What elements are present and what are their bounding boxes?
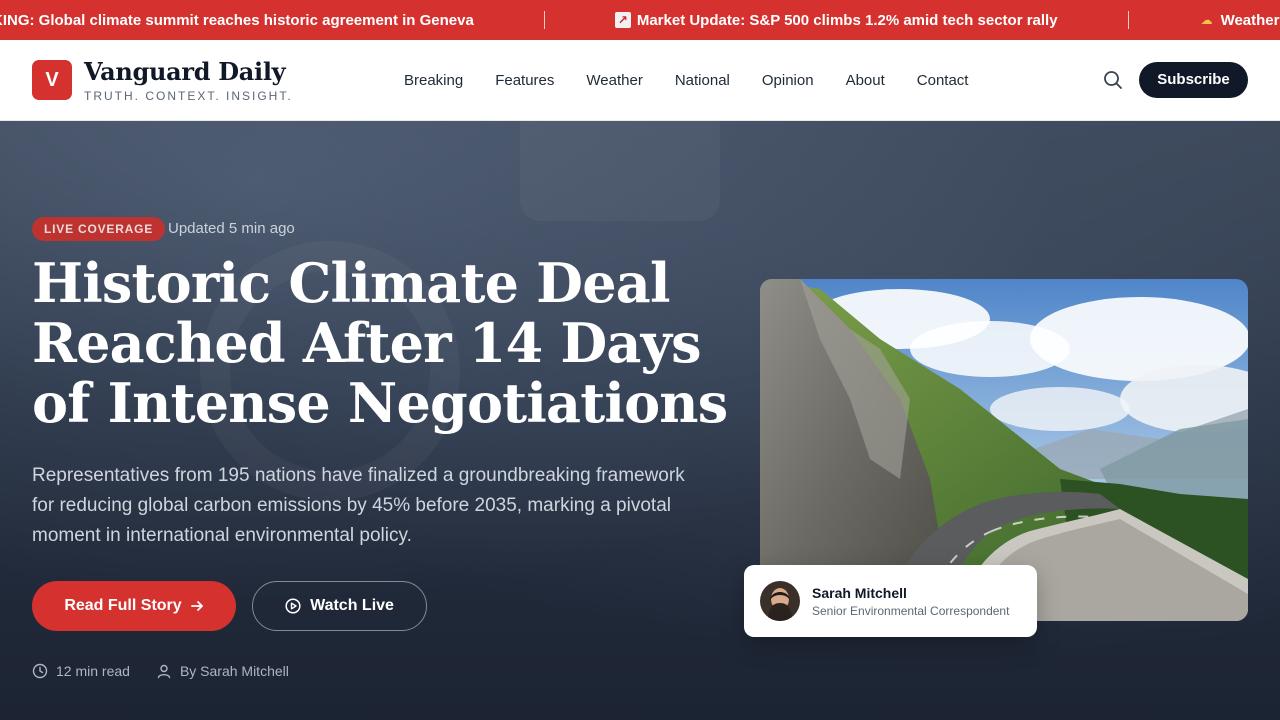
brand-name[interactable]: Vanguard Daily [84, 57, 286, 86]
clock-icon [32, 663, 48, 679]
search-icon[interactable] [1103, 70, 1123, 90]
nav-item-opinion[interactable]: Opinion [762, 72, 814, 89]
sun-cloud-icon: ☁ [1200, 13, 1213, 27]
author-role: Senior Environmental Correspondent [812, 604, 1010, 618]
hero-background-shape [520, 121, 720, 221]
avatar [760, 581, 800, 621]
read-time: 12 min read [32, 663, 130, 679]
live-coverage-badge: LIVE COVERAGE [32, 217, 166, 241]
ticker-item[interactable]: ☁ Weather A [1199, 12, 1280, 29]
watch-live-label: Watch Live [310, 597, 394, 614]
ticker-item-text: KING: Global climate summit reaches hist… [0, 11, 474, 29]
brand-tagline: TRUTH. CONTEXT. INSIGHT. [84, 89, 293, 103]
nav-item-contact[interactable]: Contact [917, 72, 969, 89]
play-circle-icon [285, 598, 301, 614]
nav-item-features[interactable]: Features [495, 72, 554, 89]
author-name: Sarah Mitchell [812, 585, 907, 601]
watch-live-button[interactable]: Watch Live [252, 581, 427, 631]
hero-headline[interactable]: Historic Climate Deal Reached After 14 D… [32, 253, 752, 433]
updated-timestamp: Updated 5 min ago [168, 220, 295, 237]
nav-item-about[interactable]: About [846, 72, 885, 89]
read-full-story-button[interactable]: Read Full Story [32, 581, 236, 631]
arrow-right-icon [190, 601, 203, 611]
hero-section: LIVE COVERAGE Updated 5 min ago Historic… [0, 121, 1280, 720]
site-header: V Vanguard Daily TRUTH. CONTEXT. INSIGHT… [0, 40, 1280, 121]
hero-summary: Representatives from 195 nations have fi… [32, 465, 685, 546]
ticker-item-text: Market Update: S&P 500 climbs 1.2% amid … [636, 11, 1058, 29]
chart-up-icon: ↗ [614, 12, 631, 28]
nav-item-weather[interactable]: Weather [586, 72, 642, 89]
subscribe-button[interactable]: Subscribe [1139, 62, 1248, 98]
breaking-news-ticker: KING: Global climate summit reaches hist… [0, 0, 1280, 40]
nav-item-national[interactable]: National [675, 72, 730, 89]
main-nav: Breaking Features Weather National Opini… [404, 40, 968, 120]
read-full-story-label: Read Full Story [64, 597, 182, 614]
ticker-track: KING: Global climate summit reaches hist… [0, 0, 1280, 40]
ticker-divider [1127, 11, 1129, 29]
ticker-item[interactable]: KING: Global climate summit reaches hist… [0, 12, 474, 29]
nav-item-breaking[interactable]: Breaking [404, 72, 463, 89]
ticker-item-text: Weather A [1220, 11, 1280, 29]
byline-text[interactable]: By Sarah Mitchell [180, 663, 289, 679]
ticker-item[interactable]: ↗ Market Update: S&P 500 climbs 1.2% ami… [614, 11, 1058, 29]
logo-mark[interactable]: V [32, 60, 72, 100]
ticker-divider [543, 11, 545, 29]
article-meta: 12 min read By Sarah Mitchell [32, 663, 289, 679]
user-icon [157, 664, 171, 679]
read-time-text: 12 min read [56, 663, 130, 679]
byline: By Sarah Mitchell [156, 663, 289, 679]
author-card[interactable]: Sarah Mitchell Senior Environmental Corr… [744, 565, 1037, 637]
